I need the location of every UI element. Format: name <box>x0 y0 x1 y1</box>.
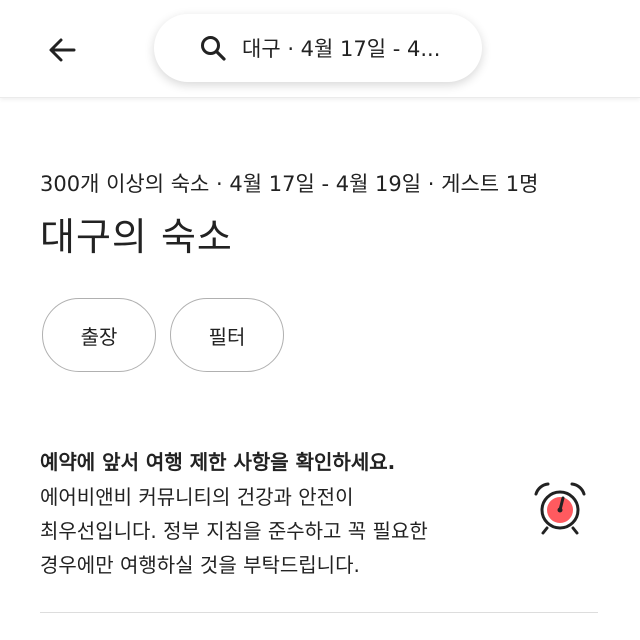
filter-chip[interactable]: 필터 <box>170 298 284 372</box>
search-icon <box>198 33 228 63</box>
back-button[interactable] <box>40 28 84 72</box>
travel-notice-title: 예약에 앞서 여행 제한 사항을 확인하세요. <box>40 450 396 474</box>
business-travel-chip[interactable]: 출장 <box>42 298 156 372</box>
arrow-left-icon <box>49 38 76 62</box>
section-divider <box>40 612 598 613</box>
alarm-clock-icon <box>534 482 586 535</box>
travel-notice-line: 최우선입니다. 정부 지침을 준수하고 꼭 필요한 <box>40 519 428 543</box>
search-summary-text: 대구 · 4월 17일 - 4... <box>242 37 441 61</box>
travel-notice-line: 에어비앤비 커뮤니티의 건강과 안전이 <box>40 485 354 509</box>
search-summary-button[interactable]: 대구 · 4월 17일 - 4... <box>154 14 482 82</box>
page-title: 대구의 숙소 <box>40 215 233 259</box>
top-bar: 대구 · 4월 17일 - 4... <box>0 0 640 98</box>
travel-notice-line: 경우에만 여행하실 것을 부탁드립니다. <box>40 553 360 577</box>
travel-notice-body: 에어비앤비 커뮤니티의 건강과 안전이 최우선입니다. 정부 지침을 준수하고 … <box>40 480 510 582</box>
results-meta: 300개 이상의 숙소 · 4월 17일 - 4월 19일 · 게스트 1명 <box>40 172 539 196</box>
